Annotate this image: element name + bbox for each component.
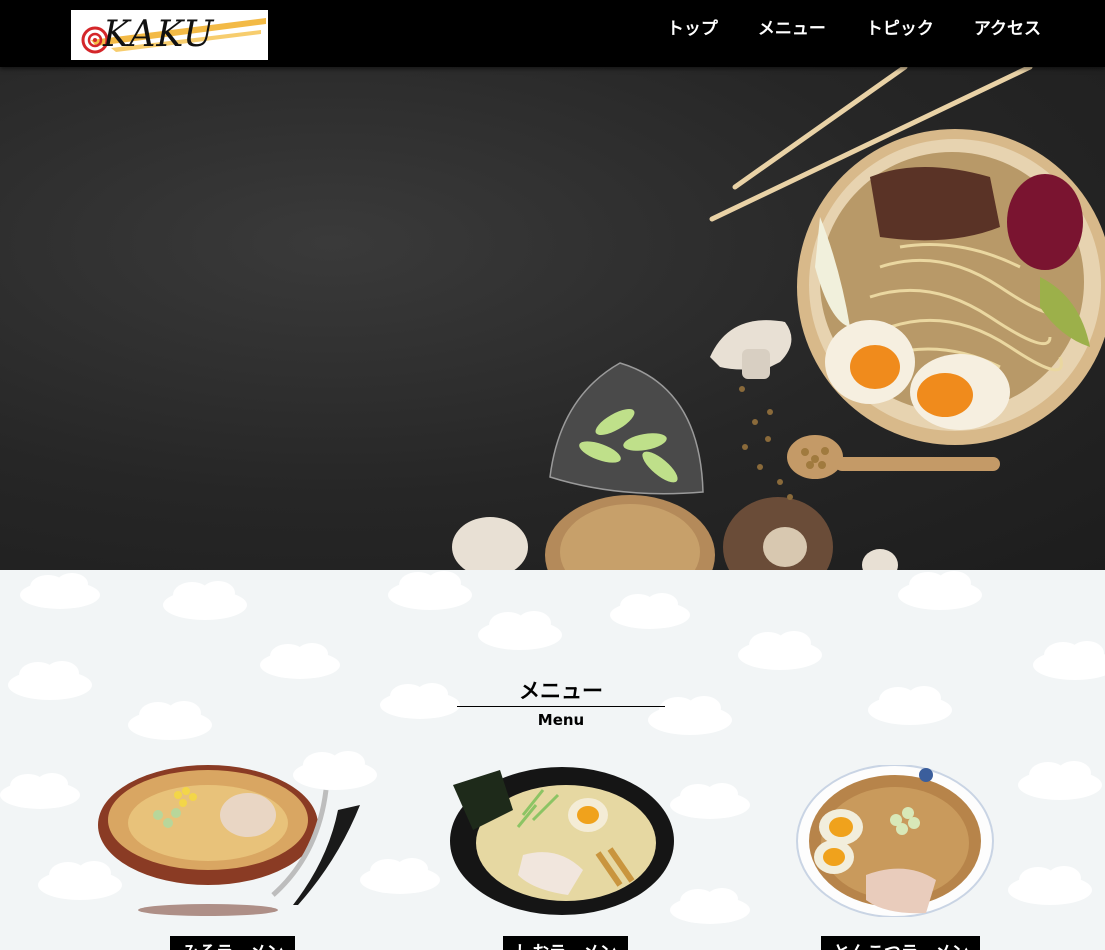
menu-section: メニュー Menu みそラーメン しおラーメン — [0, 570, 1105, 950]
miso-ramen-label[interactable]: みそラーメン — [170, 936, 296, 950]
nav-access[interactable]: アクセス — [974, 18, 1041, 40]
nav-top[interactable]: トップ — [667, 18, 718, 40]
shio-ramen-label[interactable]: しおラーメン — [503, 936, 629, 950]
miso-ramen-bowl-icon — [98, 765, 360, 916]
nav-topic[interactable]: トピック — [866, 18, 934, 40]
shio-ramen-bowl-icon — [450, 767, 674, 915]
menu-title: メニュー — [519, 679, 603, 703]
shio-ramen-image[interactable] — [448, 765, 676, 917]
title-divider — [457, 706, 665, 707]
miso-ramen-image[interactable] — [98, 765, 360, 917]
hero-image — [0, 67, 1105, 570]
tonkotsu-ramen-bowl-icon — [796, 765, 994, 917]
ramen-hero-illustration — [452, 67, 1105, 570]
menu-subtitle: Menu — [537, 711, 585, 729]
tonkotsu-ramen-label[interactable]: とんこつラーメン — [821, 936, 981, 950]
site-header: KAKU トップ メニュー トピック アクセス — [0, 0, 1105, 67]
kaku-logo[interactable]: KAKU — [71, 10, 268, 60]
nav-menu[interactable]: メニュー — [758, 18, 826, 40]
logo-text: KAKU — [103, 14, 215, 55]
tonkotsu-ramen-image[interactable] — [796, 765, 994, 917]
main-nav: トップ メニュー トピック アクセス — [667, 18, 1041, 40]
